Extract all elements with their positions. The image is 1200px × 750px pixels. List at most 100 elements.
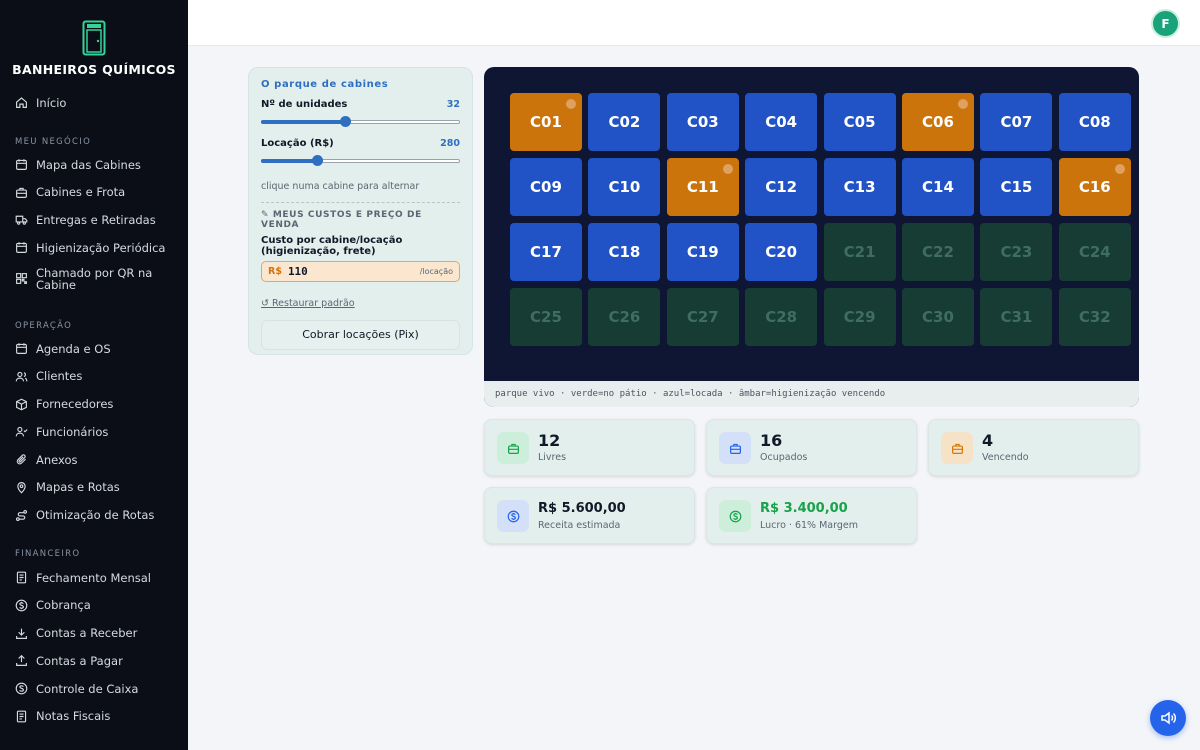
cabin-tile-c26[interactable]: C26 <box>588 288 661 346</box>
nav-item-chamado-qr[interactable]: Chamado por QR na Cabine <box>0 266 188 292</box>
nav-item-controle-caixa[interactable]: Controle de Caixa <box>0 679 188 698</box>
speaker-icon <box>1161 711 1176 725</box>
cabin-tile-c30[interactable]: C30 <box>902 288 974 346</box>
nav-label: Agenda e OS <box>36 341 111 356</box>
nav-item-anexos[interactable]: Anexos <box>0 450 188 469</box>
cabin-id: C04 <box>765 113 798 131</box>
cabin-tile-c25[interactable]: C25 <box>510 288 582 346</box>
nav-item-mapas-rotas[interactable]: Mapas e Rotas <box>0 478 188 497</box>
cabin-tile-c16[interactable]: C16 <box>1058 158 1131 216</box>
cabin-id: C23 <box>1000 243 1033 261</box>
cabin-tile-c10[interactable]: C10 <box>588 158 661 216</box>
users-icon <box>15 370 28 383</box>
cost-unit: /locação <box>419 267 453 276</box>
nav-item-inicio[interactable]: Início <box>0 93 188 112</box>
nav-item-entregas[interactable]: Entregas e Retiradas <box>0 210 188 229</box>
hygiene-alert-dot <box>566 99 576 109</box>
cabin-tile-c04[interactable]: C04 <box>745 93 818 151</box>
map-pin-icon <box>15 481 28 494</box>
topbar: F <box>188 0 1200 46</box>
cost-input[interactable] <box>287 265 420 278</box>
rent-value: 280 <box>440 138 460 149</box>
stat-value: 4 <box>982 431 994 450</box>
toggle-hint: clique numa cabine para alternar <box>261 181 420 192</box>
nav-item-cobranca[interactable]: Cobrança <box>0 596 188 615</box>
cabin-tile-c08[interactable]: C08 <box>1058 93 1131 151</box>
nav-item-agenda[interactable]: Agenda e OS <box>0 339 188 358</box>
cabin-id: C26 <box>608 308 641 326</box>
brand[interactable]: BANHEIROS QUÍMICOS <box>0 0 188 77</box>
cabin-id: C31 <box>1000 308 1033 326</box>
cash-icon <box>15 682 28 695</box>
cabin-tile-c02[interactable]: C02 <box>588 93 661 151</box>
stat-label: Livres <box>538 452 567 463</box>
cabin-tile-c21[interactable]: C21 <box>823 223 896 281</box>
sound-toggle-button[interactable] <box>1150 700 1186 736</box>
cabin-tile-c09[interactable]: C09 <box>510 158 582 216</box>
stat-card-livres: 12 Livres <box>484 419 695 476</box>
cabin-id: C11 <box>686 178 719 196</box>
cabin-tile-c18[interactable]: C18 <box>588 223 661 281</box>
user-avatar[interactable]: F <box>1151 9 1180 38</box>
slider-thumb[interactable] <box>339 116 351 127</box>
cabin-id: C25 <box>530 308 562 326</box>
nav-label: Funcionários <box>36 424 109 439</box>
cabin-tile-c06[interactable]: C06 <box>902 93 974 151</box>
cabin-id: C28 <box>765 308 798 326</box>
cabin-id: C21 <box>843 243 876 261</box>
slider-thumb[interactable] <box>311 155 323 166</box>
cabin-tile-c24[interactable]: C24 <box>1058 223 1131 281</box>
cabin-tile-c29[interactable]: C29 <box>823 288 896 346</box>
restore-defaults-link[interactable]: ↺ Restaurar padrão <box>261 298 355 309</box>
cabin-tile-c32[interactable]: C32 <box>1058 288 1131 346</box>
cabin-tile-c03[interactable]: C03 <box>666 93 739 151</box>
nav-item-fornecedores[interactable]: Fornecedores <box>0 395 188 414</box>
cabin-id: C20 <box>765 243 798 261</box>
stat-card-lucro: R$ 3.400,00 Lucro · 61% Margem <box>706 487 917 544</box>
cabin-tile-c17[interactable]: C17 <box>510 223 582 281</box>
cabin-id: C05 <box>843 113 876 131</box>
nav-item-mapa-cabines[interactable]: Mapa das Cabines <box>0 155 188 174</box>
nav-item-fechamento[interactable]: Fechamento Mensal <box>0 568 188 587</box>
cabin-tile-c07[interactable]: C07 <box>980 93 1053 151</box>
stat-label: Vencendo <box>982 452 1029 463</box>
cabin-id: C17 <box>530 243 562 261</box>
nav-item-clientes[interactable]: Clientes <box>0 367 188 386</box>
nav-item-cabines-frota[interactable]: Cabines e Frota <box>0 183 188 202</box>
rent-slider[interactable] <box>261 155 460 166</box>
cabin-tile-c11[interactable]: C11 <box>666 158 739 216</box>
cabin-tile-c19[interactable]: C19 <box>666 223 739 281</box>
nav-item-contas-receber[interactable]: Contas a Receber <box>0 624 188 643</box>
cabin-tile-c23[interactable]: C23 <box>980 223 1053 281</box>
units-slider[interactable] <box>261 116 460 127</box>
cabin-tile-c27[interactable]: C27 <box>666 288 739 346</box>
nav-item-otimizacao[interactable]: Otimização de Rotas <box>0 506 188 525</box>
cabin-tile-c12[interactable]: C12 <box>745 158 818 216</box>
stat-label: Lucro · 61% Margem <box>760 520 858 531</box>
nav-item-notas-fiscais[interactable]: Notas Fiscais <box>0 707 188 726</box>
cabin-tile-c14[interactable]: C14 <box>902 158 974 216</box>
route-icon <box>15 509 28 522</box>
cabin-tile-c31[interactable]: C31 <box>980 288 1053 346</box>
dollar-circle-icon <box>719 500 751 532</box>
cabin-tile-c13[interactable]: C13 <box>823 158 896 216</box>
rent-row: Locação (R$) 280 <box>261 138 460 149</box>
cabin-tile-c22[interactable]: C22 <box>902 223 974 281</box>
cabin-tile-c28[interactable]: C28 <box>745 288 818 346</box>
cabin-id: C27 <box>686 308 719 326</box>
cabin-tile-c05[interactable]: C05 <box>823 93 896 151</box>
cabin-id: C22 <box>922 243 954 261</box>
nav-item-funcionarios[interactable]: Funcionários <box>0 422 188 441</box>
cabin-id: C14 <box>922 178 954 196</box>
yard-legend: parque vivo · verde=no pátio · azul=loca… <box>484 381 1139 407</box>
nav-item-higienizacao[interactable]: Higienização Periódica <box>0 238 188 257</box>
briefcase-icon <box>719 432 751 464</box>
charge-pix-button[interactable]: Cobrar locações (Pix) <box>261 320 460 350</box>
nav-item-contas-pagar[interactable]: Contas a Pagar <box>0 651 188 670</box>
cabin-tile-c15[interactable]: C15 <box>980 158 1053 216</box>
home-icon <box>15 96 28 109</box>
cabin-tile-c01[interactable]: C01 <box>510 93 582 151</box>
paperclip-icon <box>15 453 28 466</box>
cost-field[interactable]: R$ /locação <box>261 261 460 282</box>
cabin-tile-c20[interactable]: C20 <box>745 223 818 281</box>
